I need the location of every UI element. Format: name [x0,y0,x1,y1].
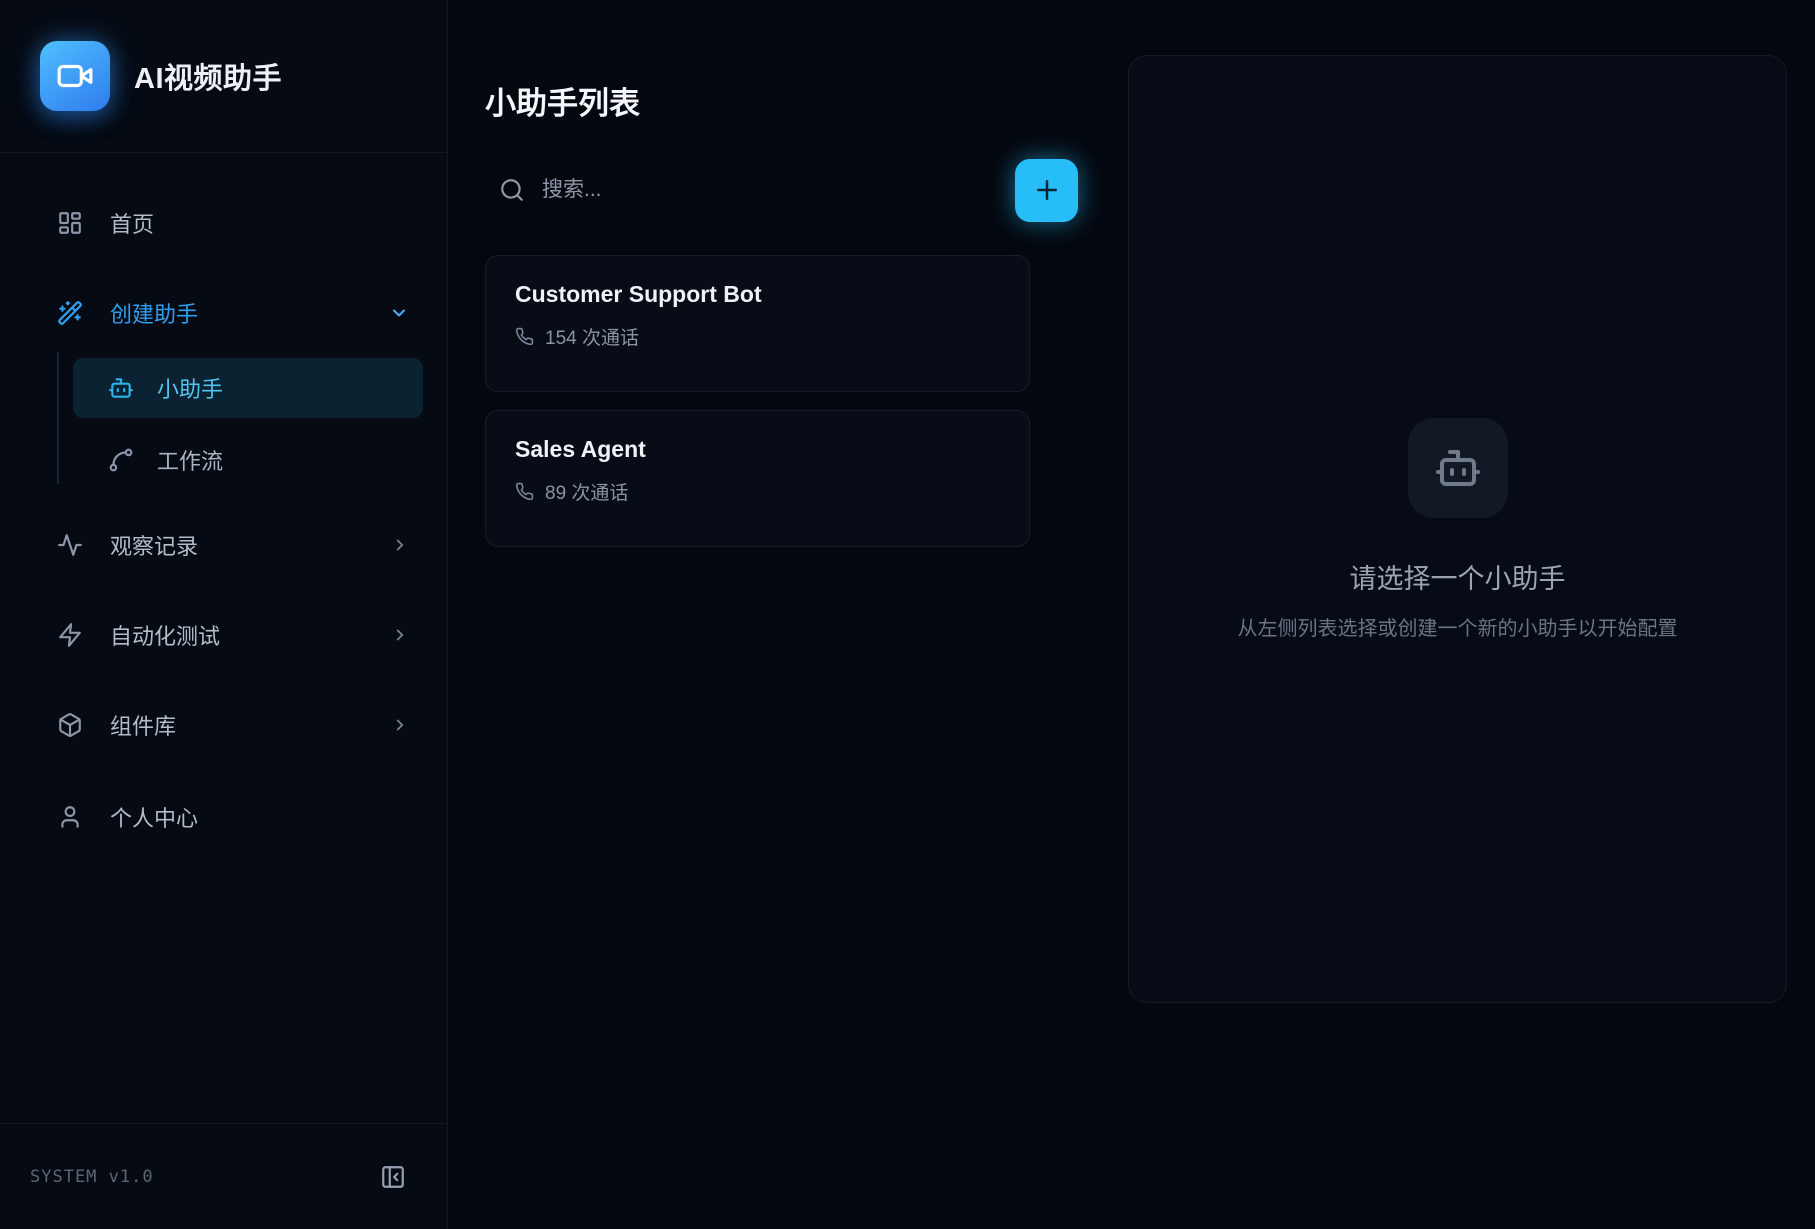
zap-icon [57,622,83,648]
add-assistant-button[interactable] [1015,159,1078,222]
sidebar-nav: 首页 创建助手 小助手 [0,153,447,1123]
empty-state-subtitle: 从左侧列表选择或创建一个新的小助手以开始配置 [1238,612,1678,641]
phone-icon [515,327,534,346]
chevron-right-icon [391,626,409,644]
search-row [485,159,1078,222]
assistant-card[interactable]: Customer Support Bot 154 次通话 [485,255,1030,392]
sidebar-subitem-workflow[interactable]: 工作流 [73,430,423,490]
sidebar-subitem-label: 小助手 [157,372,223,404]
chevron-right-icon [391,536,409,554]
assistant-card[interactable]: Sales Agent 89 次通话 [485,410,1030,547]
call-count: 89 次通话 [545,478,628,505]
call-count: 154 次通话 [545,323,639,350]
search-icon [499,177,525,203]
sidebar-item-label: 自动化测试 [110,619,391,651]
sidebar-footer: SYSTEM v1.0 [0,1123,447,1229]
activity-icon [57,532,83,558]
chevron-down-icon [389,303,409,323]
sidebar-item-observation-logs[interactable]: 观察记录 [24,517,423,573]
empty-state-title: 请选择一个小助手 [1350,557,1566,596]
bot-icon [1434,444,1482,492]
logo-row: AI视频助手 [0,0,447,153]
sidebar-item-label: 个人中心 [110,801,409,833]
magic-wand-icon [57,300,83,326]
app-title: AI视频助手 [134,55,282,97]
sidebar-item-label: 创建助手 [110,297,389,329]
sidebar-item-profile[interactable]: 个人中心 [24,789,423,845]
assistant-name: Customer Support Bot [515,281,1000,308]
collapse-sidebar-button[interactable] [380,1164,406,1190]
page-title: 小助手列表 [485,78,1078,123]
assistant-list-panel: 小助手列表 Customer Support Bot [448,0,1078,1229]
sidebar-item-label: 观察记录 [110,529,391,561]
sidebar-item-home[interactable]: 首页 [24,195,423,251]
empty-state: 请选择一个小助手 从左侧列表选择或创建一个新的小助手以开始配置 [1238,418,1678,641]
sidebar-item-label: 组件库 [110,709,391,741]
app-logo [40,41,110,111]
search-box [485,177,997,203]
bot-icon [108,375,134,401]
workflow-icon [108,447,134,473]
sidebar-subitem-label: 工作流 [157,444,223,476]
assistant-cards: Customer Support Bot 154 次通话 Sales Agent [485,255,1030,547]
dashboard-icon [57,210,83,236]
sidebar-item-create-assistant[interactable]: 创建助手 [24,285,423,341]
chevron-right-icon [391,716,409,734]
box-icon [57,712,83,738]
sidebar-item-label: 首页 [110,207,409,239]
phone-icon [515,482,534,501]
create-assistant-submenu: 小助手 工作流 [73,358,423,490]
sidebar-item-component-library[interactable]: 组件库 [24,697,423,753]
search-input[interactable] [540,177,997,203]
user-icon [57,804,83,830]
assistant-meta: 89 次通话 [515,478,1000,505]
system-version-label: SYSTEM v1.0 [30,1167,154,1187]
empty-state-icon-box [1408,418,1508,518]
sidebar-subitem-assistants[interactable]: 小助手 [73,358,423,418]
video-camera-icon [56,57,94,95]
plus-icon [1032,175,1062,205]
assistant-meta: 154 次通话 [515,323,1000,350]
sidebar: AI视频助手 首页 创建助手 [0,0,448,1229]
app-window: AI视频助手 首页 创建助手 [0,0,1815,1229]
panel-collapse-icon [380,1164,406,1190]
sidebar-item-automation-test[interactable]: 自动化测试 [24,607,423,663]
assistant-name: Sales Agent [515,436,1000,463]
assistant-detail-panel: 请选择一个小助手 从左侧列表选择或创建一个新的小助手以开始配置 [1128,55,1787,1003]
main-area: 小助手列表 Customer Support Bot [448,0,1815,1229]
